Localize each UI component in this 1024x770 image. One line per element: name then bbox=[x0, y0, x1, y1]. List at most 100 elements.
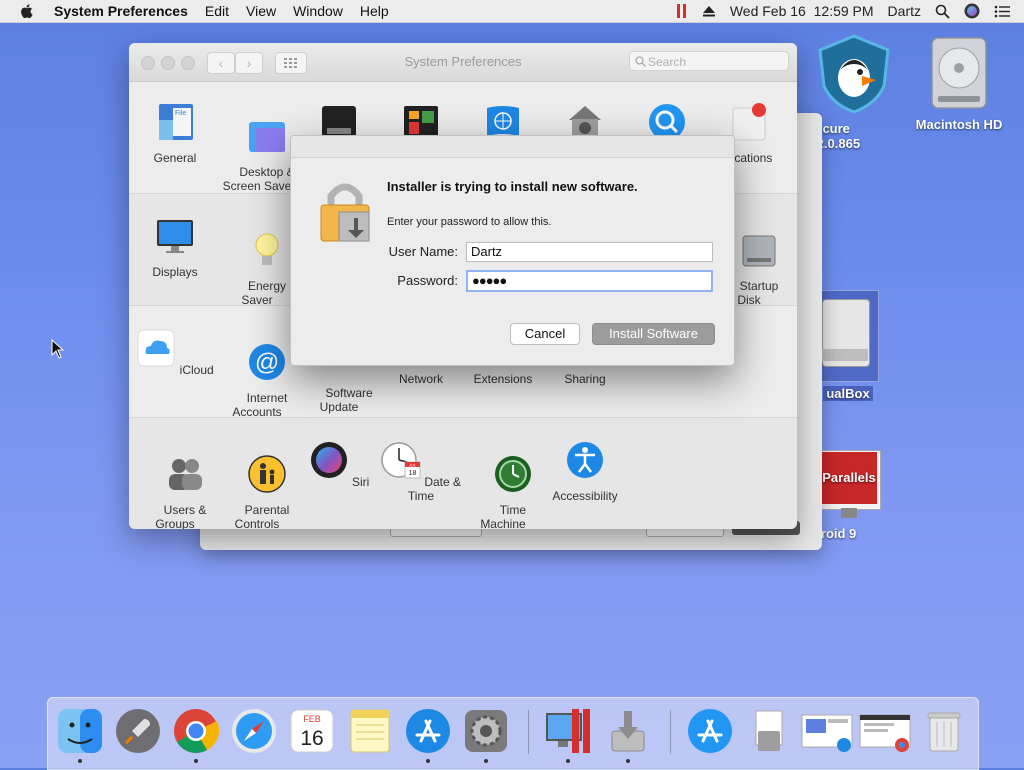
running-indicator bbox=[78, 759, 82, 763]
cancel-button[interactable]: Cancel bbox=[510, 323, 580, 345]
safari-compass-icon bbox=[232, 709, 276, 753]
accessibility-icon bbox=[567, 442, 603, 478]
pref-desktop-screen-saver[interactable]: Desktop & Screen Save bbox=[216, 102, 298, 207]
user-menu[interactable]: Dartz bbox=[888, 3, 921, 19]
svg-text:18: 18 bbox=[409, 470, 417, 477]
desktop-icon-label: Macintosh HD bbox=[915, 117, 1003, 132]
dock: FEB 16 bbox=[47, 697, 979, 770]
parallels-desktop-icon bbox=[546, 709, 590, 753]
search-placeholder: Search bbox=[648, 55, 687, 69]
calendar-icon: FEB 16 bbox=[290, 709, 334, 753]
dock-separator bbox=[528, 710, 529, 754]
startup-disk-icon bbox=[742, 235, 776, 267]
document-icon bbox=[755, 710, 783, 751]
menu-view[interactable]: View bbox=[246, 3, 276, 19]
menu-bar: System Preferences Edit View Window Help… bbox=[0, 0, 1024, 23]
pref-date-time[interactable]: JUL 18 Date & Time bbox=[380, 440, 462, 503]
dock-trash[interactable] bbox=[920, 707, 968, 755]
running-indicator bbox=[484, 759, 488, 763]
menu-edit[interactable]: Edit bbox=[205, 3, 229, 19]
apple-menu-icon[interactable] bbox=[20, 3, 36, 19]
installer-download-icon bbox=[611, 711, 645, 752]
general-icon: File bbox=[159, 104, 193, 140]
dock-calendar[interactable]: FEB 16 bbox=[288, 707, 336, 755]
dock-chrome[interactable] bbox=[172, 707, 220, 763]
parental-controls-icon bbox=[248, 455, 286, 493]
pref-displays[interactable]: Displays bbox=[134, 216, 216, 279]
installer-auth-dialog: Installer is trying to install new softw… bbox=[290, 135, 735, 366]
pref-sharing[interactable]: Sharing bbox=[544, 372, 626, 386]
hard-drive-icon bbox=[931, 37, 987, 109]
screenshot-thumbnail-icon bbox=[801, 714, 853, 752]
running-indicator bbox=[194, 759, 198, 763]
username-label: User Name: bbox=[388, 244, 458, 259]
password-label: Password: bbox=[397, 273, 458, 288]
search-input[interactable]: Search bbox=[629, 51, 789, 71]
time-machine-icon bbox=[495, 456, 531, 492]
dialog-top-strip bbox=[291, 136, 734, 158]
pref-users-groups[interactable]: Users & Groups bbox=[134, 440, 216, 529]
padlock-installer-icon bbox=[320, 183, 370, 242]
install-software-button[interactable]: Install Software bbox=[592, 323, 715, 345]
pref-general[interactable]: File General bbox=[134, 102, 216, 165]
display-monitor-icon bbox=[157, 220, 193, 253]
pref-siri[interactable]: Siri bbox=[298, 440, 380, 489]
dock-system-preferences[interactable] bbox=[462, 707, 510, 763]
app-store-icon bbox=[688, 709, 732, 753]
clock[interactable]: Wed Feb 16 12:59 PM bbox=[730, 3, 874, 19]
dock-notes[interactable] bbox=[346, 707, 394, 755]
running-indicator bbox=[566, 759, 570, 763]
users-icon bbox=[169, 459, 202, 490]
menu-app-name[interactable]: System Preferences bbox=[54, 3, 188, 19]
parallels-status-icon[interactable] bbox=[676, 3, 688, 19]
desktop-icon-macintosh-hd[interactable]: Macintosh HD bbox=[906, 34, 1012, 132]
chrome-window-thumbnail-icon bbox=[859, 714, 911, 752]
dock-document-stack[interactable] bbox=[744, 707, 792, 755]
siri-icon[interactable] bbox=[964, 3, 980, 19]
username-field[interactable]: Dartz bbox=[466, 242, 713, 262]
puffin-shield-icon bbox=[818, 34, 890, 114]
svg-text:@: @ bbox=[255, 349, 279, 376]
dock-parallels[interactable] bbox=[544, 707, 592, 763]
pref-parental-controls[interactable]: Parental Controls bbox=[216, 440, 298, 529]
dock-chrome-thumbnail[interactable] bbox=[858, 707, 914, 755]
dock-screenshot-thumbnail[interactable] bbox=[800, 707, 856, 755]
app-store-icon bbox=[406, 709, 450, 753]
dock-app-store[interactable] bbox=[404, 707, 452, 763]
running-indicator bbox=[426, 759, 430, 763]
dock-installer[interactable] bbox=[604, 707, 652, 763]
spotlight-search-icon[interactable] bbox=[935, 4, 950, 19]
pref-icloud[interactable]: iCloud bbox=[134, 328, 216, 377]
svg-text:File: File bbox=[175, 110, 186, 117]
lightbulb-icon bbox=[255, 233, 279, 265]
dialog-subtext: Enter your password to allow this. bbox=[387, 216, 552, 228]
dock-safari[interactable] bbox=[230, 707, 278, 755]
menu-window[interactable]: Window bbox=[293, 3, 343, 19]
rocket-icon bbox=[116, 709, 160, 753]
password-field[interactable]: ●●●●● bbox=[466, 270, 713, 292]
mouse-cursor-icon bbox=[51, 339, 65, 359]
dock-launchpad[interactable] bbox=[114, 707, 162, 755]
at-sign-icon: @ bbox=[249, 344, 285, 380]
eject-icon[interactable] bbox=[702, 5, 716, 17]
finder-icon bbox=[58, 709, 102, 753]
menu-help[interactable]: Help bbox=[360, 3, 389, 19]
dock-finder[interactable] bbox=[56, 707, 104, 763]
dock-app-store-download[interactable] bbox=[686, 707, 734, 755]
pref-network[interactable]: Network bbox=[380, 372, 462, 386]
notifications-icon bbox=[732, 103, 766, 141]
window-titlebar: ‹ › System Preferences Search bbox=[129, 43, 797, 82]
pref-accessibility[interactable]: Accessibility bbox=[544, 440, 626, 503]
notification-center-icon[interactable] bbox=[994, 5, 1010, 18]
icloud-icon bbox=[137, 329, 175, 367]
dialog-heading: Installer is trying to install new softw… bbox=[387, 179, 638, 194]
trash-icon bbox=[927, 712, 961, 752]
svg-text:FEB: FEB bbox=[303, 714, 321, 724]
pref-time-machine[interactable]: Time Machine bbox=[462, 440, 544, 529]
running-indicator bbox=[626, 759, 630, 763]
svg-text:16: 16 bbox=[300, 727, 323, 750]
desktop-icon-label: ualBox bbox=[823, 386, 873, 401]
date-time-icon: JUL 18 bbox=[381, 442, 421, 479]
dock-separator bbox=[670, 710, 671, 754]
pref-extensions[interactable]: Extensions bbox=[462, 372, 544, 386]
